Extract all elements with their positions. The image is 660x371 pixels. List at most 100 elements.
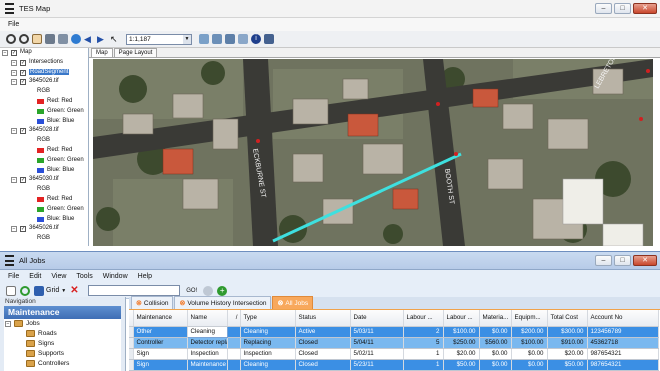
close-button[interactable]: ✕ xyxy=(633,255,657,266)
table-cell[interactable]: 123456789 xyxy=(587,326,659,338)
table-cell[interactable] xyxy=(227,348,241,360)
layer-tree-row[interactable]: Green: Green xyxy=(0,205,88,215)
identify-icon[interactable] xyxy=(199,34,209,44)
zoom-fixed-out-icon[interactable] xyxy=(58,34,68,44)
table-cell[interactable]: $250.00 xyxy=(443,337,480,349)
collapse-toggle-icon[interactable]: − xyxy=(11,128,17,135)
table-cell[interactable]: $20.00 xyxy=(443,348,480,360)
table-cell[interactable]: Replacing xyxy=(240,337,296,349)
maintenance-section-title[interactable]: Maintenance xyxy=(4,306,121,319)
table-cell[interactable]: Closed xyxy=(295,359,351,371)
table-cell[interactable]: $100.00 xyxy=(443,326,480,338)
zoom-in-icon[interactable] xyxy=(6,34,16,44)
document-tab[interactable]: ⊗ Volume History Intersection xyxy=(174,296,272,309)
nav-item[interactable]: − Jobs xyxy=(4,319,121,329)
layer-tree-row[interactable]: Red: Red xyxy=(0,97,88,107)
column-header[interactable]: Name xyxy=(187,310,228,327)
zoom-out-icon[interactable] xyxy=(19,34,29,44)
table-cell[interactable]: $0.00 xyxy=(511,348,548,360)
column-header[interactable]: Labour ... xyxy=(443,310,480,327)
aerial-map[interactable]: ECKBURNE ST BOOTH ST LEBRETON ST xyxy=(93,59,653,246)
table-cell[interactable] xyxy=(227,337,241,349)
table-cell[interactable]: Closed xyxy=(295,337,351,349)
tab-map[interactable]: Map xyxy=(91,48,113,57)
table-cell[interactable]: $0.00 xyxy=(479,348,512,360)
intersection-marker[interactable] xyxy=(256,139,260,143)
table-cell[interactable] xyxy=(227,326,241,338)
table-cell[interactable]: Other xyxy=(133,326,188,338)
layer-tree-row[interactable]: − ✓ Intersections xyxy=(0,58,88,68)
table-cell[interactable]: Cleaning xyxy=(186,325,228,338)
layer-tree-row[interactable]: RGB xyxy=(0,185,88,195)
column-header[interactable]: Date xyxy=(350,310,404,327)
table-cell[interactable]: 5/23/11 xyxy=(350,359,404,371)
layer-visibility-checkbox[interactable]: ✓ xyxy=(20,177,26,184)
table-row[interactable]: Sign Inspection Inspection Closed 5/02/11 1 $2… xyxy=(129,348,659,360)
table-cell[interactable]: 1 xyxy=(403,348,444,360)
collapse-toggle-icon[interactable]: − xyxy=(11,177,17,184)
table-cell[interactable]: $20.00 xyxy=(547,348,588,360)
layer-tree-row[interactable]: Blue: Blue xyxy=(0,166,88,176)
table-cell[interactable]: Maintenance xyxy=(187,359,228,371)
layer-tree-row[interactable]: Red: Red xyxy=(0,146,88,156)
select-arrow-icon[interactable]: ↖ xyxy=(110,34,120,44)
layer-tree-row[interactable]: − ✓ RoadSegment xyxy=(0,68,88,78)
table-cell[interactable]: Cleaning xyxy=(240,359,296,371)
table-cell[interactable]: 1 xyxy=(403,359,444,371)
layer-visibility-checkbox[interactable]: ✓ xyxy=(20,128,26,135)
table-cell[interactable]: Closed xyxy=(295,348,351,360)
collapse-toggle-icon[interactable]: − xyxy=(11,226,17,233)
all-jobs-titlebar[interactable]: All Jobs – □ ✕ xyxy=(0,252,660,270)
table-cell[interactable]: $300.00 xyxy=(547,326,588,338)
layer-tree-row[interactable]: Green: Green xyxy=(0,107,88,117)
table-cell[interactable]: $200.00 xyxy=(511,326,548,338)
table-row[interactable]: ControllerDetector replac... ReplacingClo… xyxy=(129,337,659,349)
add-icon[interactable]: + xyxy=(217,285,228,296)
table-cell[interactable]: $560.00 xyxy=(479,337,512,349)
maximize-button[interactable]: □ xyxy=(614,3,631,14)
layer-tree-row[interactable]: Blue: Blue xyxy=(0,117,88,127)
layer-tree-row[interactable]: Green: Green xyxy=(0,156,88,166)
table-cell[interactable]: $50.00 xyxy=(443,359,480,371)
document-tab[interactable]: ⊗ All Jobs xyxy=(272,296,314,309)
layer-tree-row[interactable]: − ✓ 3645026.tif xyxy=(0,77,88,87)
nav-item[interactable]: Controllers xyxy=(4,359,121,369)
table-row[interactable]: Other Cleaning Cleaning Active 5/03/11 2 $100.… xyxy=(129,325,659,338)
measure-icon[interactable] xyxy=(225,34,235,44)
menu-file[interactable]: File xyxy=(8,273,19,280)
table-cell[interactable] xyxy=(227,359,241,371)
layer-visibility-checkbox[interactable]: ✓ xyxy=(20,79,26,86)
grid-button[interactable]: Grid ▼ xyxy=(34,285,66,296)
table-cell[interactable]: Detector replac... xyxy=(187,337,228,349)
table-cell[interactable]: $50.00 xyxy=(547,359,588,371)
layers-icon[interactable] xyxy=(238,34,248,44)
layer-tree-row[interactable]: − ✓ 3645030.tif xyxy=(0,175,88,185)
collapse-toggle-icon[interactable]: − xyxy=(2,50,8,56)
table-cell[interactable]: 5/04/11 xyxy=(350,337,404,349)
find-icon[interactable] xyxy=(212,34,222,44)
forward-arrow-icon[interactable]: ▶ xyxy=(97,34,107,44)
layer-tree-row[interactable]: Red: Red xyxy=(0,195,88,205)
layer-visibility-checkbox[interactable]: ✓ xyxy=(20,69,26,76)
map-scale-combo[interactable]: 1:1,187 ▼ xyxy=(126,33,192,45)
layer-visibility-checkbox[interactable]: ✓ xyxy=(20,59,26,66)
table-cell[interactable]: $0.00 xyxy=(511,359,548,371)
table-cell[interactable]: Controller xyxy=(133,337,188,349)
collapse-toggle-icon[interactable]: − xyxy=(11,79,17,86)
tes-map-titlebar[interactable]: TES Map – □ ✕ xyxy=(0,0,660,18)
close-button[interactable]: ✕ xyxy=(633,3,657,14)
refresh-icon[interactable] xyxy=(20,285,30,296)
table-cell[interactable]: $100.00 xyxy=(511,337,548,349)
nav-item[interactable]: Roads xyxy=(4,329,121,339)
layer-visibility-checkbox[interactable]: ✓ xyxy=(20,226,26,233)
collapse-toggle-icon[interactable]: − xyxy=(11,59,17,66)
full-extent-globe-icon[interactable] xyxy=(71,34,81,44)
delete-x-icon[interactable]: ✕ xyxy=(70,285,80,296)
back-nav-icon[interactable] xyxy=(203,285,214,296)
table-cell[interactable]: $0.00 xyxy=(479,359,512,371)
column-header[interactable]: Type xyxy=(240,310,296,327)
column-header[interactable]: Status xyxy=(295,310,351,327)
menu-tools[interactable]: Tools xyxy=(76,273,92,280)
table-cell[interactable]: Cleaning xyxy=(240,326,296,338)
column-header[interactable]: Materia... xyxy=(479,310,512,327)
